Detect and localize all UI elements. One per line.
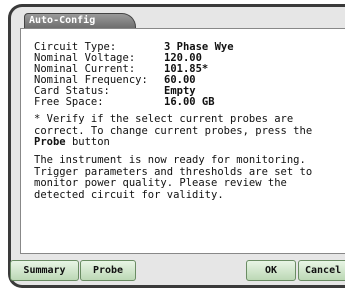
probe-button-reference: Probe <box>34 136 66 148</box>
window-title-tab: Auto-Config <box>24 13 136 28</box>
ok-button[interactable]: OK <box>246 260 296 281</box>
ready-message: The instrument is now ready for monitori… <box>34 154 313 201</box>
probe-button[interactable]: Probe <box>80 260 136 281</box>
probe-verify-note: * Verify if the select current probes ar… <box>34 113 340 149</box>
config-row-free-space: Free Space: 16.00 GB <box>34 97 234 108</box>
cancel-button[interactable]: Cancel <box>298 260 345 281</box>
summary-button[interactable]: Summary <box>10 260 79 281</box>
config-label: Free Space: <box>34 96 104 108</box>
probe-verify-text-end: button <box>71 136 110 148</box>
config-value: 16.00 GB <box>164 96 215 108</box>
config-summary: Circuit Type: 3 Phase Wye Nominal Voltag… <box>34 42 234 108</box>
probe-verify-text: * Verify if the select current probes ar… <box>34 113 313 137</box>
